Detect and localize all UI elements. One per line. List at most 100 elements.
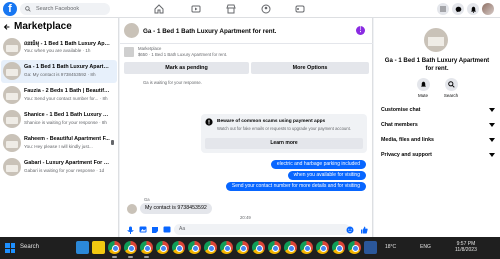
section-label: Privacy and support: [381, 152, 432, 158]
section-label: Media, files and links: [381, 137, 434, 143]
warning-body: Watch out for fake emails or requests to…: [217, 126, 351, 131]
language-indicator[interactable]: ENG: [420, 244, 431, 250]
message-timestamp: 20:49: [240, 215, 251, 220]
chrome-icon[interactable]: [220, 241, 233, 254]
chat-info-icon[interactable]: ⋮: [356, 26, 365, 35]
listing-thumbnail: [3, 86, 21, 104]
chat-title[interactable]: Ga - 1 Bed 1 Bath Luxury Apartment for r…: [143, 28, 276, 35]
listing-source: Marketplace: [138, 46, 162, 51]
gaming-icon[interactable]: [294, 3, 306, 15]
profile-avatar[interactable]: [482, 3, 494, 15]
task-view-icon[interactable]: [76, 241, 89, 254]
word-icon[interactable]: [364, 241, 377, 254]
gif-icon[interactable]: [162, 225, 171, 234]
chrome-icon[interactable]: [172, 241, 185, 254]
running-indicator: [128, 256, 133, 258]
mute-button[interactable]: Mute: [409, 78, 437, 98]
listing-thumbnail: [3, 62, 21, 80]
conversation-title: Gabari - Luxury Apartment For Rent...: [24, 160, 110, 166]
menu-icon[interactable]: [437, 3, 449, 15]
conversation-preview: You: when you are available · 1h: [24, 48, 91, 53]
listing-price-title[interactable]: $650 · 1 Bed 1 Bath Luxury Apartment for…: [138, 52, 227, 57]
chrome-icon[interactable]: [108, 241, 121, 254]
chrome-icon[interactable]: [348, 241, 361, 254]
conversation-item[interactable]: Gabari - Luxury Apartment For Rent... Ga…: [1, 156, 117, 179]
sidebar-title: Marketplace: [14, 21, 72, 32]
home-icon[interactable]: [153, 3, 165, 15]
conversation-item[interactable]: Fauzia - 2 Beds 1 Bath | Beautiful H... …: [1, 84, 117, 107]
search-chat-button[interactable]: Search: [437, 78, 465, 98]
back-arrow-icon[interactable]: [3, 23, 11, 31]
groups-icon[interactable]: [260, 3, 272, 15]
weather-widget[interactable]: 18°C: [385, 244, 396, 250]
customise-chat-section[interactable]: Customise chat: [381, 104, 495, 116]
chrome-icon[interactable]: [300, 241, 313, 254]
windows-taskbar: Search 18°C ENG 9:57 PM 11/8/2023: [0, 237, 500, 259]
chrome-icon[interactable]: [316, 241, 329, 254]
chat-members-section[interactable]: Chat members: [381, 119, 495, 131]
conversation-preview: Ga: My contact is 9738453592 · 8h: [24, 72, 96, 77]
conversation-preview: Shanice is waiting for your response · 8…: [24, 120, 107, 125]
message-input[interactable]: Aa: [174, 224, 350, 235]
clock[interactable]: 9:57 PM 11/8/2023: [455, 241, 477, 253]
chat-panel: Ga - 1 Bed 1 Bath Luxury Apartment for r…: [120, 18, 373, 237]
chevron-down-icon: [489, 108, 495, 112]
learn-more-button[interactable]: Learn more: [205, 138, 363, 149]
chrome-icon[interactable]: [268, 241, 281, 254]
taskbar-search[interactable]: Search: [20, 244, 39, 250]
incoming-message[interactable]: My contact is 9738453592: [140, 203, 212, 214]
messenger-icon[interactable]: [452, 3, 464, 15]
more-options-button[interactable]: More Options: [251, 62, 369, 74]
conversation-item[interactable]: Raheem - Beautiful Apartment F... You: H…: [1, 132, 117, 155]
marketplace-icon[interactable]: [225, 3, 237, 15]
chat-listing-thumbnail[interactable]: [124, 23, 139, 38]
search-icon: [444, 78, 458, 91]
chevron-down-icon: [489, 123, 495, 127]
outgoing-message[interactable]: when you available for visiting: [287, 171, 366, 180]
chrome-icon[interactable]: [124, 241, 137, 254]
search-label: Search: [443, 93, 459, 98]
start-button-icon[interactable]: [5, 243, 15, 253]
search-input[interactable]: Search Facebook: [20, 3, 110, 15]
conversation-item[interactable]: Shanice - 1 Bed 1 Bath Luxury Apart... S…: [1, 108, 117, 131]
chrome-icon[interactable]: [204, 241, 217, 254]
media-files-links-section[interactable]: Media, files and links: [381, 134, 495, 146]
sender-avatar[interactable]: [127, 204, 137, 214]
chrome-icon[interactable]: [332, 241, 345, 254]
conversation-item-active[interactable]: Ga - 1 Bed 1 Bath Luxury Apartmen... Ga:…: [1, 60, 117, 83]
chevron-down-icon: [489, 153, 495, 157]
emoji-icon[interactable]: [345, 225, 354, 234]
like-icon[interactable]: [359, 225, 368, 234]
conversation-preview: Gabari is waiting for your response · 1d: [24, 168, 105, 173]
listing-thumbnail: [3, 158, 21, 176]
conversation-item[interactable]: ឈរធំមុ - 1 Bed 1 Bath Luxury Apartment f…: [1, 36, 117, 59]
sticker-icon[interactable]: [150, 225, 159, 234]
conversation-details-panel: Ga - 1 Bed 1 Bath Luxury Apartment for r…: [374, 18, 500, 237]
waiting-status: Ga is waiting for your response.: [143, 80, 202, 85]
listing-image[interactable]: [124, 47, 134, 57]
image-icon[interactable]: [138, 225, 147, 234]
chrome-icon[interactable]: [188, 241, 201, 254]
facebook-logo[interactable]: f: [3, 2, 17, 16]
video-icon[interactable]: [190, 3, 202, 15]
clock-date: 11/8/2023: [455, 247, 477, 253]
notifications-icon[interactable]: [467, 3, 479, 15]
chrome-icon[interactable]: [284, 241, 297, 254]
message-composer: Aa: [120, 222, 373, 237]
conversation-preview: You: Hey please I will kindly just...: [24, 144, 93, 149]
conversation-title: Raheem - Beautiful Apartment F...: [24, 136, 110, 142]
marketplace-sidebar: Marketplace ឈរធំមុ - 1 Bed 1 Bath Luxury…: [0, 18, 119, 237]
microphone-icon[interactable]: [126, 225, 135, 234]
search-placeholder: Search Facebook: [36, 6, 80, 12]
mark-as-pending-button[interactable]: Mark as pending: [124, 62, 249, 74]
conversation-title: ឈរធំមុ - 1 Bed 1 Bath Luxury Apartment f…: [24, 41, 110, 47]
outgoing-message[interactable]: electric and harbage parking included: [270, 160, 366, 169]
chrome-icon[interactable]: [156, 241, 169, 254]
chrome-icon[interactable]: [140, 241, 153, 254]
details-listing-thumbnail[interactable]: [424, 28, 448, 52]
outgoing-message[interactable]: Send your contact number for more detail…: [225, 182, 366, 191]
file-explorer-icon[interactable]: [92, 241, 105, 254]
privacy-support-section[interactable]: Privacy and support: [381, 149, 495, 161]
chrome-icon[interactable]: [236, 241, 249, 254]
chrome-icon[interactable]: [252, 241, 265, 254]
